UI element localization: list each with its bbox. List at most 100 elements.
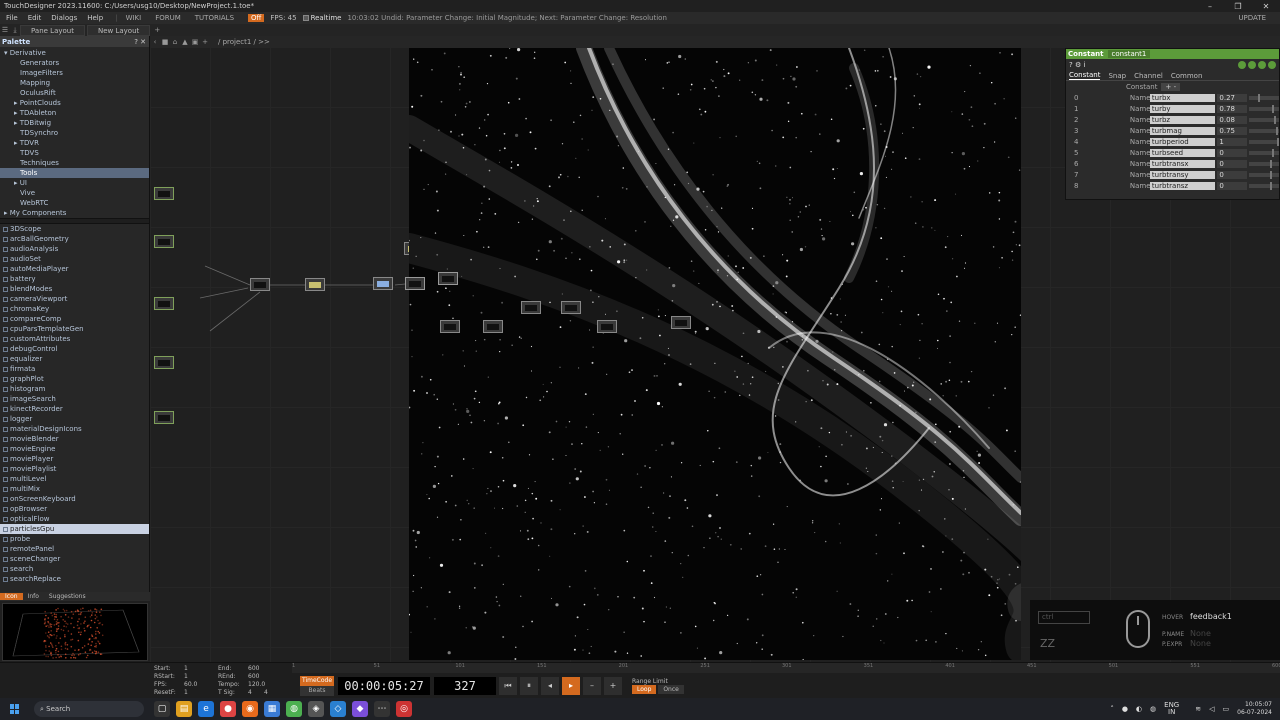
component-list-item[interactable]: moviePlaylist [0,464,149,474]
component-list-item[interactable]: search [0,564,149,574]
component-list-item[interactable]: kinectRecorder [0,404,149,414]
tab-icon[interactable]: Icon [0,593,23,600]
component-list-item[interactable]: audioAnalysis [0,244,149,254]
param-value-field[interactable]: 0.08 [1217,115,1248,124]
palette-tree-item[interactable]: Mapping [0,78,149,88]
tab-common[interactable]: Common [1171,72,1203,80]
component-list-item[interactable]: sceneChanger [0,554,149,564]
component-list-item[interactable]: debugControl [0,344,149,354]
play-icon[interactable]: ▸ [562,677,580,695]
record-icon[interactable]: ● [1122,705,1128,713]
flag-icon[interactable] [1268,61,1276,69]
realtime-checkbox[interactable] [302,15,309,21]
palette-tree-item[interactable]: OculusRift [0,88,149,98]
param-value-field[interactable]: 0.27 [1217,93,1248,102]
network-node[interactable] [154,235,174,248]
maximize-button[interactable]: ❐ [1224,2,1252,11]
network-node[interactable] [373,277,393,290]
tab-channel[interactable]: Channel [1134,72,1163,80]
component-list-item[interactable]: chromaKey [0,304,149,314]
component-list-item[interactable]: arcBallGeometry [0,234,149,244]
slider-handle[interactable] [1274,115,1277,124]
palette-tree-item[interactable]: ▸ PointClouds [0,98,149,108]
forum-link[interactable]: FORUM [155,14,181,22]
timecode-toggle[interactable]: TimeCode [300,676,334,686]
ok-badge[interactable]: Off [248,14,265,22]
palette-tree-item[interactable]: ▸ TDBitwig [0,118,149,128]
end-value[interactable]: 600 [248,665,259,672]
param-slider[interactable] [1249,170,1279,179]
file-explorer-icon[interactable]: ▤ [176,701,192,717]
menu-file[interactable]: File [6,14,18,22]
component-list-item[interactable]: remotePanel [0,544,149,554]
clock[interactable]: 10:05:07 06-07-2024 [1237,701,1272,717]
slider-handle[interactable] [1275,126,1278,135]
param-value-field[interactable]: 0 [1217,159,1248,168]
pause-icon[interactable]: ⏸ [520,677,538,695]
param-value-field[interactable]: 0 [1217,170,1248,179]
palette-tree-item[interactable]: Generators [0,58,149,68]
network-node[interactable] [154,356,174,369]
flag-icon[interactable] [1248,61,1256,69]
component-list-item[interactable]: cpuParsTemplateGen [0,324,149,334]
menu-edit[interactable]: Edit [28,14,42,22]
rend-value[interactable]: 600 [248,673,259,680]
component-list-item[interactable]: moviePlayer [0,454,149,464]
tab-pane-layout[interactable]: Pane Layout [20,24,85,36]
network-node[interactable] [305,278,325,291]
slider-handle[interactable] [1270,170,1273,179]
network-node[interactable] [597,320,617,333]
close-button[interactable]: ✕ [1252,2,1280,11]
param-name-field[interactable]: turbtransx [1149,159,1216,168]
download-icon[interactable]: ⤓ [10,25,20,35]
tab-new-layout[interactable]: New Layout [86,24,151,36]
component-list-item[interactable]: logger [0,414,149,424]
component-list-item[interactable]: multiMix [0,484,149,494]
resetf-value[interactable]: 1 [184,689,188,696]
slider-handle[interactable] [1270,181,1273,190]
menu-dialogs[interactable]: Dialogs [51,14,77,22]
palette-tree-item[interactable]: ImageFilters [0,68,149,78]
network-node[interactable] [438,272,458,285]
param-name-field[interactable]: turbmag [1149,126,1216,135]
component-list-item[interactable]: audioSet [0,254,149,264]
palette-tree-item[interactable]: ▸ TDAbleton [0,108,149,118]
palette-tree-item[interactable]: ▸ My Components [0,208,149,218]
rstart-value[interactable]: 1 [184,673,188,680]
frame-display[interactable]: 327 [434,677,496,695]
vscode-icon[interactable]: ◇ [330,701,346,717]
param-value-field[interactable]: 0.75 [1217,126,1248,135]
component-list-item[interactable]: onScreenKeyboard [0,494,149,504]
param-value-field[interactable]: 0 [1217,181,1248,190]
loop-button[interactable]: Loop [632,685,657,694]
slider-handle[interactable] [1271,104,1274,113]
firefox-icon[interactable]: ◉ [242,701,258,717]
palette-tree-item[interactable]: Vive [0,188,149,198]
palette-tree-item[interactable]: Techniques [0,158,149,168]
param-slider[interactable] [1249,115,1279,124]
component-list-item[interactable]: firmata [0,364,149,374]
component-list-item[interactable]: compareComp [0,314,149,324]
more-icon[interactable]: ⋯ [374,701,390,717]
component-list-item[interactable]: blendModes [0,284,149,294]
param-slider[interactable] [1249,93,1279,102]
component-list-item[interactable]: imageSearch [0,394,149,404]
palette-tree-item[interactable]: TDVS [0,148,149,158]
component-list-item[interactable]: customAttributes [0,334,149,344]
component-list-item[interactable]: movieBlender [0,434,149,444]
slider-handle[interactable] [1270,159,1273,168]
component-list-item[interactable]: particlesGpu [0,524,149,534]
network-node[interactable] [154,187,174,200]
store-icon[interactable]: ▦ [264,701,280,717]
tempo-value[interactable]: 120.0 [248,681,265,688]
component-list-item[interactable]: battery [0,274,149,284]
tab-info[interactable]: Info [23,593,44,600]
param-name-field[interactable]: turbseed [1149,148,1216,157]
network-node[interactable] [521,301,541,314]
minimize-button[interactable]: – [1196,2,1224,11]
component-list-item[interactable]: 3DScope [0,224,149,234]
step-back-icon[interactable]: ◂ [541,677,559,695]
taskbar-search[interactable]: ⌕ Search [34,701,144,717]
param-value-field[interactable]: 0.78 [1217,104,1248,113]
param-name-field[interactable]: turbtransy [1149,170,1216,179]
